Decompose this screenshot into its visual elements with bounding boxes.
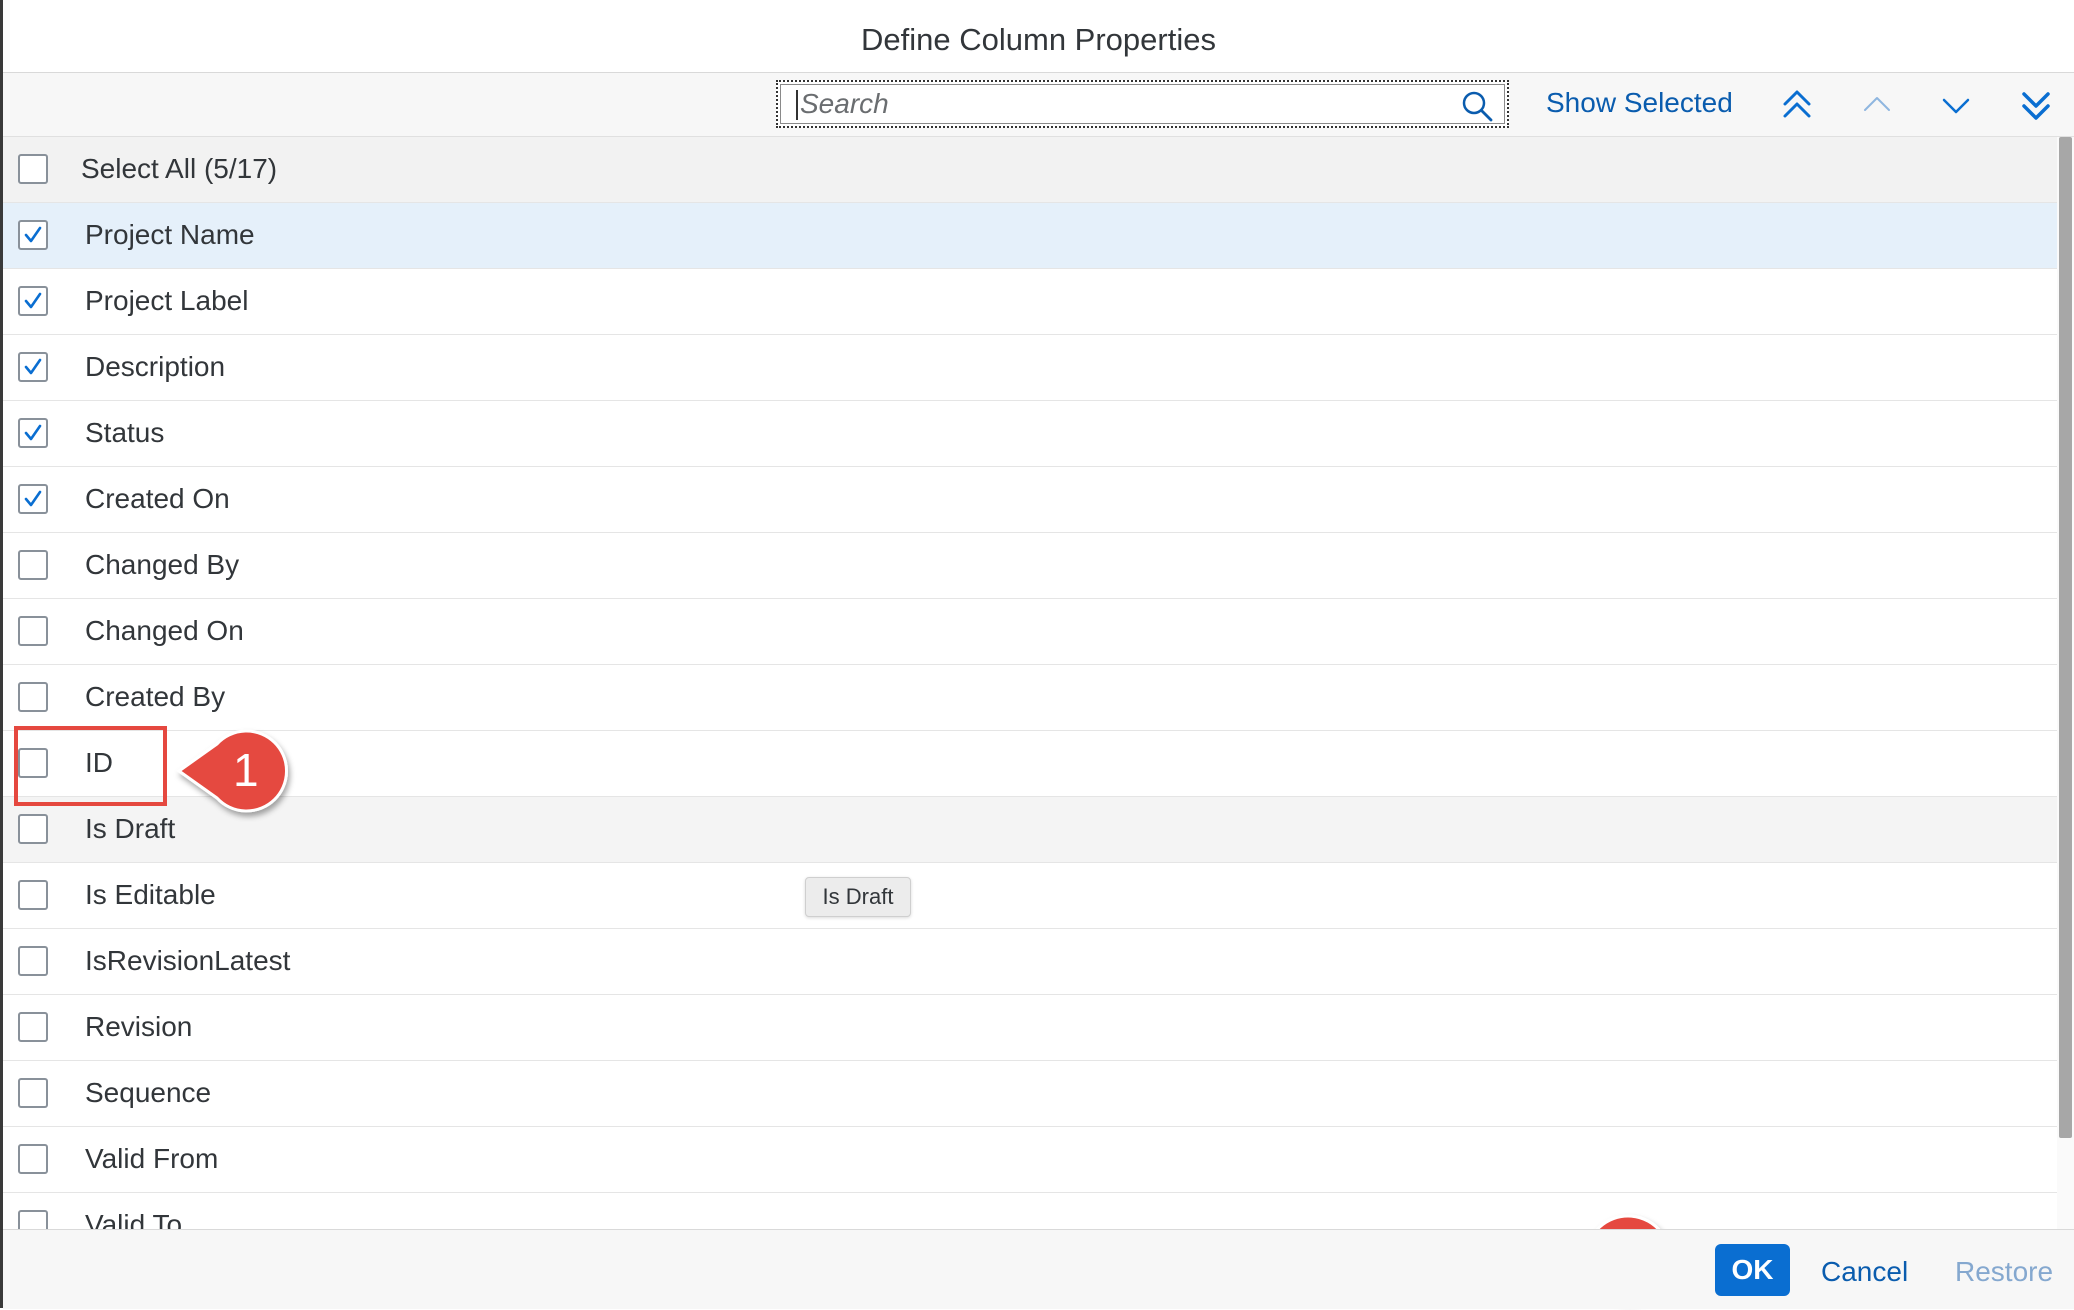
list-item[interactable]: IsRevisionLatest	[3, 929, 2057, 995]
list-item-label: Sequence	[85, 1077, 212, 1108]
text-cursor	[796, 90, 798, 120]
list-item-label: Project Name	[85, 219, 255, 250]
list-item-label: Valid To	[85, 1209, 183, 1229]
list-item-label: Valid From	[85, 1143, 219, 1174]
scrollbar-thumb[interactable]	[2059, 137, 2072, 1138]
list-item[interactable]: Created On	[3, 467, 2057, 533]
list-item[interactable]: Project Label	[3, 269, 2057, 335]
list-item[interactable]: Is Editable	[3, 863, 2057, 929]
callout-number-1: 1	[233, 744, 259, 796]
checkmark-icon	[24, 424, 42, 441]
list-item[interactable]: Changed By	[3, 533, 2057, 599]
checkbox[interactable]	[18, 946, 48, 976]
define-column-properties-dialog: Define Column Properties Show Selected	[3, 0, 2074, 1309]
tooltip: Is Draft	[805, 877, 911, 917]
list-item[interactable]: Description	[3, 335, 2057, 401]
list-item-label: Changed By	[85, 549, 240, 580]
list-item[interactable]: Project Name	[3, 203, 2057, 269]
list-item[interactable]: Sequence	[3, 1061, 2057, 1127]
checkbox[interactable]	[18, 1012, 48, 1042]
list-item-label: Revision	[85, 1011, 193, 1042]
list-item-label: Changed On	[85, 615, 244, 646]
annotation-highlight-box	[14, 726, 167, 806]
list-item-label: Description	[85, 351, 226, 382]
list-item-label: Is Editable	[85, 879, 216, 910]
checkbox[interactable]	[18, 1078, 48, 1108]
checkbox[interactable]	[18, 616, 48, 646]
checkbox[interactable]	[18, 682, 48, 712]
ok-button[interactable]: OK	[1715, 1244, 1790, 1296]
dialog-footer: OK Cancel Restore	[3, 1229, 2074, 1309]
toolbar: Show Selected	[3, 73, 2074, 137]
checked-checkbox[interactable]	[18, 352, 48, 382]
list-item-label: Is Draft	[85, 813, 176, 844]
cancel-button[interactable]: Cancel	[1821, 1256, 1908, 1288]
list-item[interactable]: Changed On	[3, 599, 2057, 665]
list-item[interactable]: Valid From	[3, 1127, 2057, 1193]
list-item-label: Status	[85, 417, 165, 448]
checkmark-icon	[24, 490, 42, 507]
select-all-label: Select All (5/17)	[81, 153, 278, 184]
search-field[interactable]	[776, 80, 1509, 128]
checkmark-icon	[24, 358, 42, 375]
checkmark-icon	[24, 226, 42, 243]
column-list: Select All (5/17) Project Name Project La…	[3, 137, 2057, 1229]
select-all-checkbox[interactable]	[18, 154, 48, 184]
checkmark-icon	[24, 292, 42, 309]
list-item-label: Created By	[85, 681, 226, 712]
checked-checkbox[interactable]	[18, 418, 48, 448]
dialog-header: Define Column Properties	[3, 0, 2074, 73]
select-all-row[interactable]: Select All (5/17)	[3, 137, 2057, 203]
checkbox[interactable]	[18, 814, 48, 844]
double-chevron-down-icon[interactable]	[2018, 87, 2054, 123]
restore-button[interactable]: Restore	[1955, 1256, 2053, 1288]
list-item-label: Created On	[85, 483, 230, 514]
checkbox[interactable]	[18, 550, 48, 580]
chevron-down-icon[interactable]	[1938, 87, 1974, 123]
search-icon[interactable]	[1461, 90, 1493, 122]
checkbox[interactable]	[18, 880, 48, 910]
checkbox[interactable]	[18, 1210, 48, 1229]
checkbox[interactable]	[18, 1144, 48, 1174]
checked-checkbox[interactable]	[18, 484, 48, 514]
list-item[interactable]: Revision	[3, 995, 2057, 1061]
list-item-label: IsRevisionLatest	[85, 945, 291, 976]
list-item[interactable]: Valid To	[3, 1193, 2057, 1229]
list-item[interactable]: ID	[3, 731, 2057, 797]
double-chevron-up-icon[interactable]	[1779, 87, 1815, 123]
search-input[interactable]	[800, 85, 1420, 123]
show-selected-button[interactable]: Show Selected	[1546, 87, 1733, 119]
checked-checkbox[interactable]	[18, 220, 48, 250]
list-item-label: Project Label	[85, 285, 249, 316]
chevron-up-icon[interactable]	[1859, 87, 1895, 123]
checked-checkbox[interactable]	[18, 286, 48, 316]
list-scrollbar[interactable]	[2057, 137, 2074, 1229]
list-item[interactable]: Created By	[3, 665, 2057, 731]
list-item[interactable]: Is Draft	[3, 797, 2057, 863]
dialog-title: Define Column Properties	[861, 22, 1216, 57]
list-item[interactable]: Status	[3, 401, 2057, 467]
